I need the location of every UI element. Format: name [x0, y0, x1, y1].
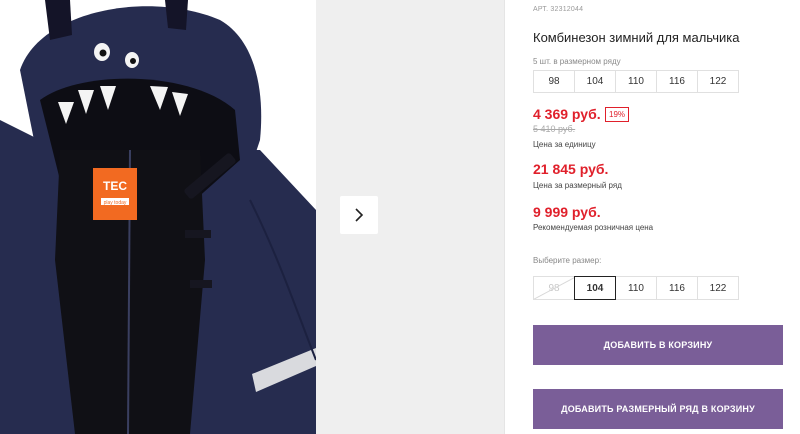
pack-size-cell: 98: [533, 70, 575, 93]
size-option[interactable]: 116: [656, 276, 698, 300]
chevron-right-icon: [355, 208, 364, 222]
unit-price-caption: Цена за единицу: [533, 140, 596, 149]
add-size-row-to-cart-button[interactable]: ДОБАВИТЬ РАЗМЕРНЫЙ РЯД В КОРЗИНУ: [533, 389, 783, 429]
old-price: 5 410 руб.: [533, 124, 576, 134]
choose-size-label: Выберите размер:: [533, 256, 602, 265]
pack-label: 5 шт. в размерном ряду: [533, 57, 621, 66]
unit-price: 4 369 руб.: [533, 106, 601, 122]
size-option-unavailable[interactable]: 98: [533, 276, 575, 300]
size-selector: 98 104 110 116 122: [533, 276, 739, 300]
article-number: АРТ. 32312044: [533, 6, 584, 13]
size-option[interactable]: 122: [697, 276, 739, 300]
pack-size-cell: 104: [574, 70, 616, 93]
size-option[interactable]: 110: [615, 276, 657, 300]
divider: [504, 0, 505, 434]
add-to-cart-button[interactable]: ДОБАВИТЬ В КОРЗИНУ: [533, 325, 783, 365]
brand-tag-text: TEC: [103, 179, 127, 193]
pack-size-table: 98 104 110 116 122: [533, 70, 739, 93]
snowsuit-image: TEC play today: [0, 0, 316, 434]
brand-tag: [93, 168, 137, 220]
rrp-price-caption: Рекомендуемая розничная цена: [533, 223, 654, 232]
product-title: Комбинезон зимний для мальчика: [533, 30, 740, 45]
row-price-caption: Цена за размерный ряд: [533, 181, 622, 190]
size-option-selected[interactable]: 104: [574, 276, 616, 300]
brand-tag-sub: play today: [104, 200, 127, 206]
pack-size-cell: 122: [697, 70, 739, 93]
pack-size-cell: 110: [615, 70, 657, 93]
product-photo[interactable]: TEC play today: [0, 0, 316, 434]
rrp-price: 9 999 руб.: [533, 204, 601, 220]
next-image-button[interactable]: [340, 196, 378, 234]
discount-badge: 19%: [605, 107, 630, 122]
pack-size-cell: 116: [656, 70, 698, 93]
product-gallery: TEC play today: [0, 0, 504, 434]
row-price: 21 845 руб.: [533, 161, 609, 177]
